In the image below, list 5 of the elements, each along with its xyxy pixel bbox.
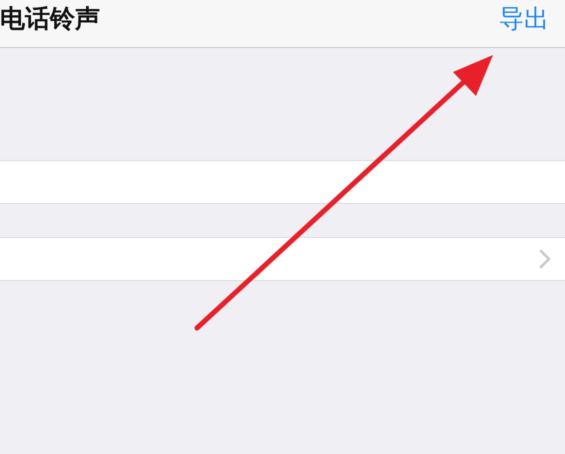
screen-title: 电话铃声 [0,3,100,35]
list-row[interactable] [0,160,565,204]
list-row[interactable] [0,237,565,281]
chevron-icon [539,249,551,269]
export-button[interactable]: 导出 [499,2,549,35]
